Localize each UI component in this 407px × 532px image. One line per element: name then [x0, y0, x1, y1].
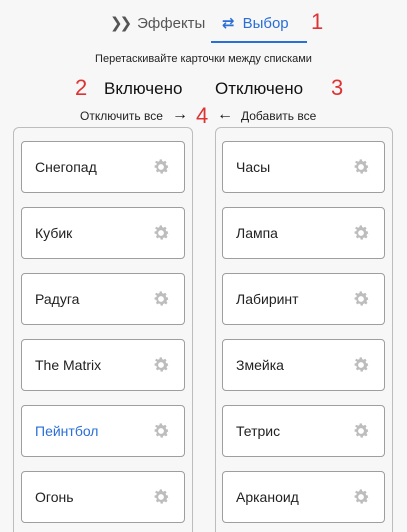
swap-arrows-icon: ⇄: [222, 15, 235, 32]
annotation-2: 2: [75, 75, 88, 100]
annotation-1: 1: [311, 9, 324, 34]
annotation-4: 4: [196, 103, 209, 128]
effect-card[interactable]: Арканоид: [222, 471, 385, 523]
active-tab-indicator: [211, 41, 307, 43]
gear-icon[interactable]: [351, 487, 371, 507]
enabled-list[interactable]: Снегопад Кубик Радуга The Matrix Пейнтбо…: [13, 127, 193, 532]
effect-card[interactable]: Лампа: [222, 207, 385, 259]
effect-card[interactable]: Лабиринт: [222, 273, 385, 325]
disabled-list[interactable]: Часы Лампа Лабиринт Змейка Тетрис Аркано…: [215, 127, 393, 532]
double-chevron-right-icon: ❯❯: [110, 15, 132, 32]
gear-icon[interactable]: [351, 289, 371, 309]
gear-icon[interactable]: [351, 223, 371, 243]
effect-card-label: Огонь: [35, 489, 74, 505]
effect-card[interactable]: Часы: [222, 141, 385, 193]
gear-icon[interactable]: [151, 289, 171, 309]
arrow-right-icon[interactable]: →: [172, 106, 188, 124]
gear-icon[interactable]: [351, 157, 371, 177]
effect-card-label: Радуга: [35, 291, 80, 307]
annotation-3: 3: [331, 75, 344, 100]
tab-select[interactable]: ⇄ Выбор: [222, 12, 289, 34]
effect-card[interactable]: Пейнтбол: [21, 405, 185, 457]
effect-card[interactable]: Кубик: [21, 207, 185, 259]
effect-card[interactable]: Снегопад: [21, 141, 185, 193]
effect-card[interactable]: Змейка: [222, 339, 385, 391]
effect-card-label: The Matrix: [35, 357, 102, 373]
enabled-title: Включено: [104, 79, 183, 98]
tab-effects-label: Эффекты: [137, 14, 206, 32]
effect-card-label: Кубик: [35, 225, 73, 241]
effect-card-label: Тетрис: [236, 423, 281, 439]
gear-icon[interactable]: [151, 487, 171, 507]
disable-all-button[interactable]: Отключить все: [80, 109, 163, 123]
effect-card-label: Змейка: [236, 357, 284, 373]
tab-bar: ❯❯ Эффекты ⇄ Выбор: [0, 0, 407, 44]
effect-card-label: Лабиринт: [236, 291, 299, 307]
gear-icon[interactable]: [351, 421, 371, 441]
effect-card-label: Пейнтбол: [35, 423, 99, 439]
drag-hint: Перетаскивайте карточки между списками: [95, 53, 312, 65]
effect-card[interactable]: The Matrix: [21, 339, 185, 391]
effect-card-label: Арканоид: [236, 489, 299, 505]
effect-card-label: Часы: [236, 159, 271, 175]
effect-card-label: Снегопад: [35, 159, 97, 175]
effect-card[interactable]: Радуга: [21, 273, 185, 325]
gear-icon[interactable]: [151, 421, 171, 441]
gear-icon[interactable]: [151, 355, 171, 375]
tab-effects[interactable]: ❯❯ Эффекты: [110, 12, 205, 34]
effect-card[interactable]: Огонь: [21, 471, 185, 523]
gear-icon[interactable]: [151, 223, 171, 243]
enable-all-button[interactable]: Добавить все: [241, 109, 316, 123]
disabled-title: Отключено: [215, 79, 304, 98]
gear-icon[interactable]: [351, 355, 371, 375]
effect-card[interactable]: Тетрис: [222, 405, 385, 457]
gear-icon[interactable]: [151, 157, 171, 177]
tab-select-label: Выбор: [242, 14, 289, 32]
arrow-left-icon[interactable]: ←: [217, 106, 233, 124]
effect-card-label: Лампа: [236, 225, 278, 241]
